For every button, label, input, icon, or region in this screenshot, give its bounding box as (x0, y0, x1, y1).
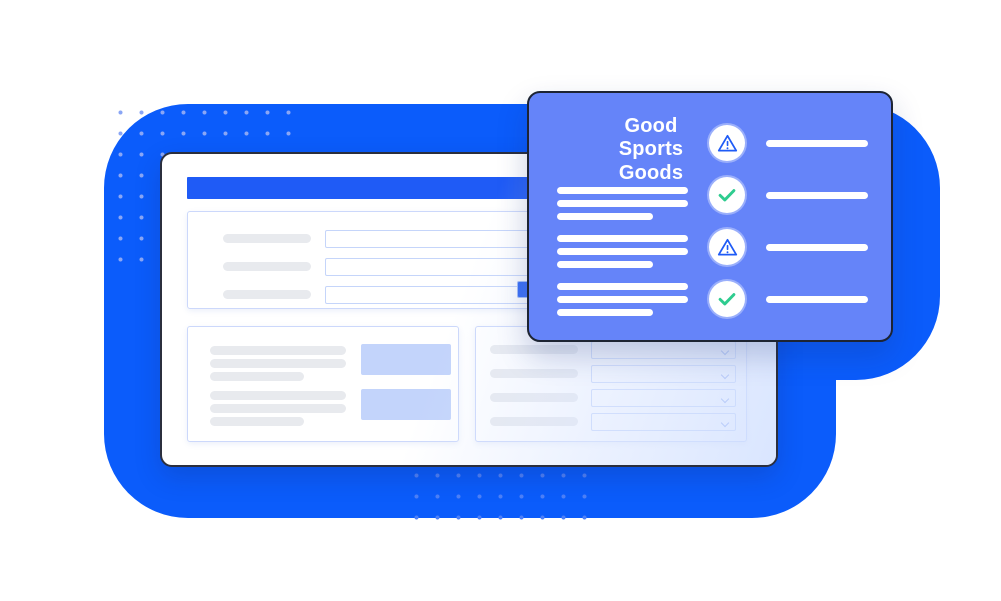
content-panel-right (475, 326, 747, 442)
skeleton-line (210, 417, 304, 426)
dropdown-select[interactable] (591, 413, 736, 431)
skeleton-line (210, 372, 304, 381)
card-title: Good Sports Goods (586, 115, 716, 185)
skeleton-line (557, 296, 688, 303)
skeleton-line (210, 346, 346, 355)
card-title-line: Good (624, 115, 678, 137)
field-label (223, 234, 311, 243)
field-label (490, 393, 578, 402)
skeleton-line (210, 404, 346, 413)
field-label (490, 417, 578, 426)
field-label (490, 369, 578, 378)
field-label (490, 345, 578, 354)
content-panel-left (187, 326, 459, 442)
warning-triangle-icon (709, 229, 745, 265)
field-label (223, 262, 311, 271)
skeleton-line (557, 261, 653, 268)
chevron-down-icon (722, 396, 728, 402)
dropdown-select[interactable] (591, 365, 736, 383)
select-row (490, 341, 740, 359)
card-title-line: Sports (618, 138, 684, 161)
skeleton-line (557, 283, 688, 290)
status-value (766, 140, 868, 147)
skeleton-line (557, 187, 688, 194)
select-row (490, 389, 740, 407)
chevron-down-icon (722, 420, 728, 426)
skeleton-line (210, 391, 346, 400)
skeleton-line (557, 213, 653, 220)
illustration-canvas: Good Sports Goods (0, 0, 1001, 601)
chevron-down-icon (722, 372, 728, 378)
skeleton-line (557, 200, 688, 207)
skeleton-line (557, 309, 653, 316)
check-circle-icon (709, 281, 745, 317)
select-row (490, 365, 740, 383)
status-value (766, 244, 868, 251)
check-circle-icon (709, 177, 745, 213)
thumbnail-placeholder (361, 344, 451, 375)
summary-card: Good Sports Goods (527, 91, 893, 342)
skeleton-line (557, 235, 688, 242)
skeleton-line (557, 248, 688, 255)
select-row (490, 413, 740, 431)
thumbnail-placeholder (361, 389, 451, 420)
status-value (766, 296, 868, 303)
card-title-line: Goods (618, 161, 684, 184)
warning-triangle-icon (709, 125, 745, 161)
status-value (766, 192, 868, 199)
skeleton-line (210, 359, 346, 368)
dropdown-select[interactable] (591, 341, 736, 359)
field-label (223, 290, 311, 299)
chevron-down-icon (722, 348, 728, 354)
dropdown-select[interactable] (591, 389, 736, 407)
